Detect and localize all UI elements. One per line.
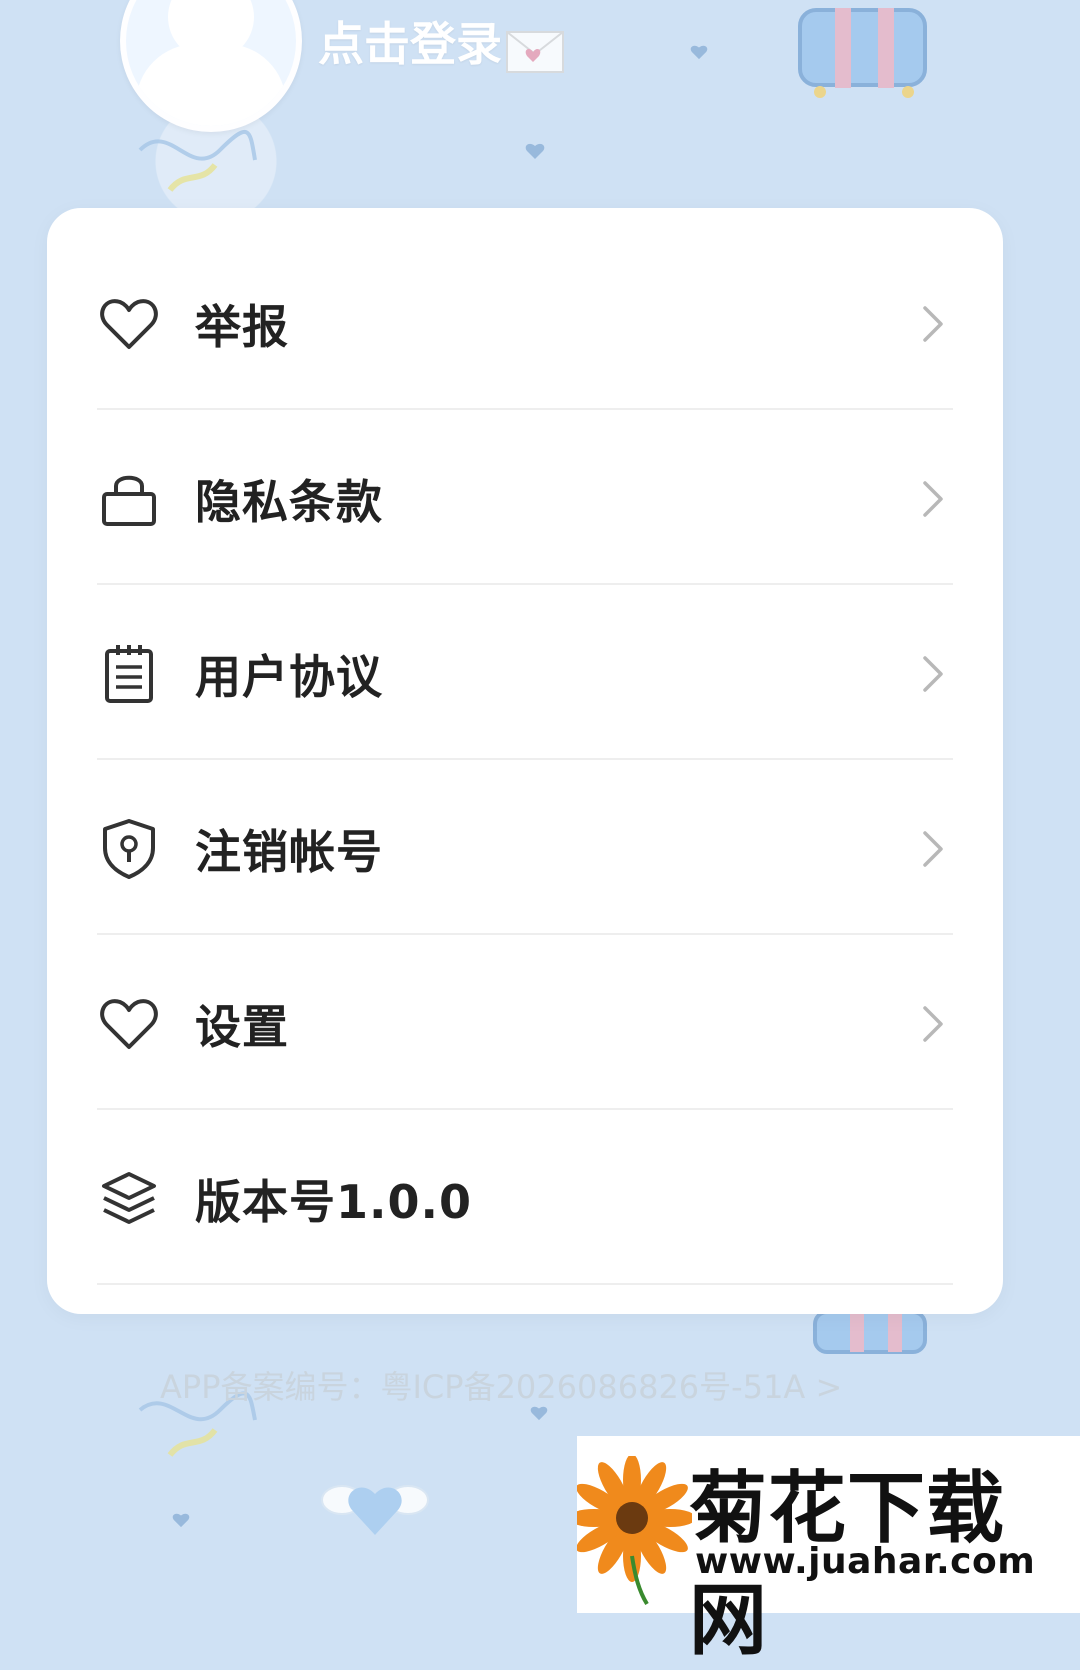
menu-item-label: 用户协议 [195, 649, 383, 704]
heart-icon [97, 292, 161, 356]
menu-item-user-agreement[interactable]: 用户协议 [97, 586, 953, 761]
menu-item-label: 隐私条款 [195, 474, 383, 529]
menu-item-version: 版本号1.0.0 [97, 1111, 953, 1286]
flower-logo-icon [577, 1456, 692, 1606]
chevron-right-icon [923, 1005, 943, 1042]
divider [97, 1108, 953, 1110]
chevron-right-icon [923, 305, 943, 342]
chevron-right-icon [923, 830, 943, 867]
divider [97, 583, 953, 585]
chevron-right-icon [923, 480, 943, 517]
menu-card: 举报 隐私条款 用户协议 注销帐号 设置 版本号1.0.0 [47, 208, 1003, 1314]
suitcase-illustration [813, 1312, 927, 1354]
lock-icon [97, 467, 161, 531]
icp-record-link[interactable]: APP备案编号：粤ICP备2026086826号-51A > [160, 1362, 842, 1408]
menu-item-label: 注销帐号 [195, 824, 383, 879]
menu-item-label: 设置 [195, 999, 289, 1054]
menu-item-settings[interactable]: 设置 [97, 936, 953, 1111]
login-link[interactable]: 点击登录 [318, 8, 502, 74]
shield-keyhole-icon [97, 817, 161, 881]
menu-item-delete-account[interactable]: 注销帐号 [97, 761, 953, 936]
site-watermark: 菊花下载网 www.juahar.com [577, 1436, 1080, 1666]
winged-heart-illustration [321, 1485, 429, 1535]
divider [97, 1283, 953, 1285]
divider [97, 408, 953, 410]
avatar-body-shape [136, 44, 286, 126]
watermark-url: www.juahar.com [695, 1541, 1036, 1582]
divider [97, 933, 953, 935]
chevron-right-icon [923, 655, 943, 692]
menu-item-label: 版本号1.0.0 [195, 1174, 472, 1229]
menu-item-report[interactable]: 举报 [97, 236, 953, 411]
divider [97, 758, 953, 760]
menu-item-privacy[interactable]: 隐私条款 [97, 411, 953, 586]
avatar[interactable] [120, 0, 302, 132]
menu-item-label: 举报 [195, 299, 289, 354]
notepad-icon [97, 642, 161, 706]
heart-icon [97, 992, 161, 1056]
layers-icon [97, 1167, 161, 1231]
profile-header: 点击登录 [0, 0, 1080, 210]
heart-dot-icon [172, 1513, 190, 1528]
